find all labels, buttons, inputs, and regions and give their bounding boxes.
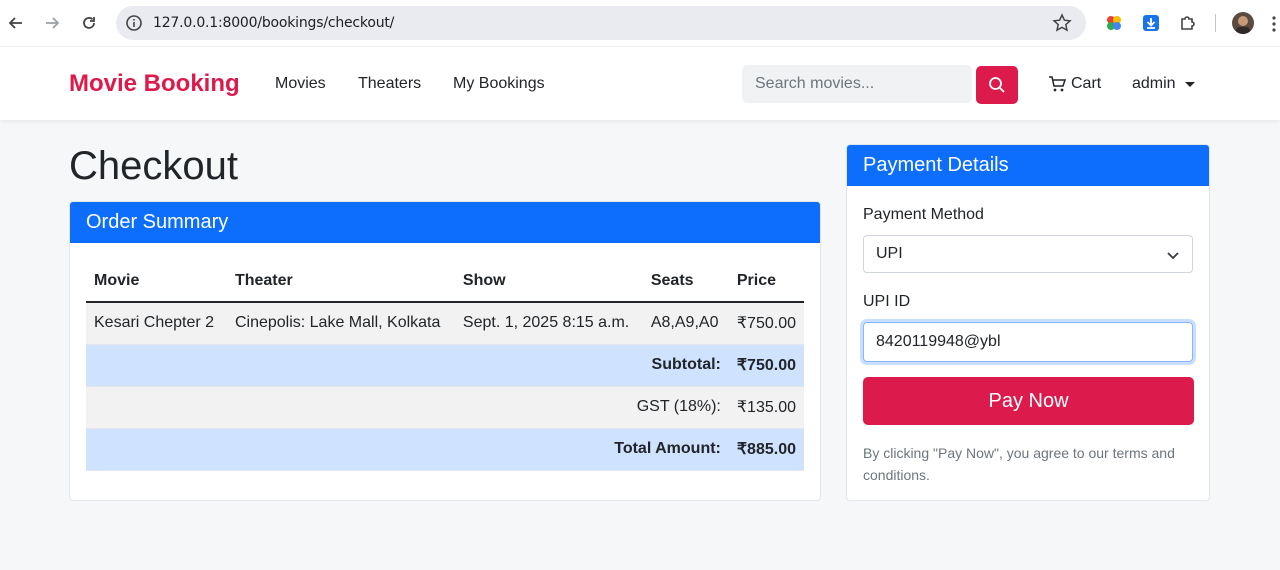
cart-label: Cart bbox=[1071, 75, 1102, 92]
upi-id-value: 8420119948@ybl bbox=[876, 333, 1001, 350]
subtotal-value: ₹750.00 bbox=[728, 344, 804, 387]
search-placeholder: Search movies... bbox=[755, 75, 875, 92]
extension-pinwheel-icon[interactable] bbox=[1104, 13, 1124, 33]
app-navbar: Movie Booking Movies Theaters My Booking… bbox=[0, 46, 1280, 120]
chevron-down-icon bbox=[1167, 252, 1179, 260]
upi-id-label: UPI ID bbox=[863, 293, 911, 310]
gst-value: ₹135.00 bbox=[728, 386, 804, 429]
address-bar[interactable]: 127.0.0.1:8000/bookings/checkout/ bbox=[116, 6, 1086, 40]
column-header-movie: Movie bbox=[86, 260, 227, 303]
nav-link-theaters[interactable]: Theaters bbox=[358, 75, 421, 93]
page-title: Checkout bbox=[69, 144, 238, 188]
chevron-down-icon[interactable] bbox=[1185, 82, 1195, 87]
total-value: ₹885.00 bbox=[728, 428, 804, 471]
cell-theater: Cinepolis: Lake Mall, Kolkata bbox=[226, 302, 455, 345]
payment-method-label: Payment Method bbox=[863, 206, 984, 223]
column-header-show: Show bbox=[454, 260, 643, 303]
total-row: Total Amount: ₹885.00 bbox=[86, 428, 804, 471]
payment-details-card: Payment Details Payment Method UPI UPI I… bbox=[846, 144, 1210, 501]
download-icon[interactable] bbox=[1141, 13, 1161, 33]
column-header-theater: Theater bbox=[226, 260, 455, 303]
cart-icon bbox=[1049, 76, 1066, 92]
back-icon[interactable] bbox=[4, 11, 28, 35]
payment-details-header: Payment Details bbox=[847, 145, 1209, 186]
site-info-icon[interactable] bbox=[125, 14, 143, 32]
subtotal-row: Subtotal: ₹750.00 bbox=[86, 344, 804, 387]
pay-now-button[interactable]: Pay Now bbox=[863, 377, 1194, 425]
column-header-price: Price bbox=[728, 260, 804, 303]
bookmark-star-icon[interactable] bbox=[1052, 13, 1072, 33]
browser-menu-icon[interactable] bbox=[1268, 14, 1280, 34]
order-summary-card: Order Summary Movie Theater Show Seats P… bbox=[69, 201, 821, 501]
cell-show: Sept. 1, 2025 8:15 a.m. bbox=[454, 302, 643, 345]
payment-method-select[interactable]: UPI bbox=[863, 235, 1193, 273]
cell-price: ₹750.00 bbox=[728, 302, 804, 345]
upi-id-input[interactable]: 8420119948@ybl bbox=[863, 322, 1193, 362]
order-summary-header: Order Summary bbox=[70, 202, 820, 243]
brand-logo[interactable]: Movie Booking bbox=[69, 70, 240, 98]
url-text: 127.0.0.1:8000/bookings/checkout/ bbox=[153, 15, 395, 31]
user-dropdown[interactable]: admin bbox=[1132, 75, 1176, 93]
total-label: Total Amount: bbox=[86, 428, 729, 471]
table-header-row: Movie Theater Show Seats Price bbox=[86, 260, 804, 303]
gst-label: GST (18%): bbox=[86, 386, 729, 429]
cell-seats: A8,A9,A0 bbox=[642, 302, 729, 345]
toolbar-divider bbox=[1215, 14, 1216, 32]
search-button[interactable] bbox=[976, 66, 1018, 104]
payment-method-value: UPI bbox=[876, 245, 903, 262]
column-header-seats: Seats bbox=[642, 260, 729, 303]
extensions-puzzle-icon[interactable] bbox=[1178, 13, 1198, 33]
nav-link-movies[interactable]: Movies bbox=[275, 75, 326, 93]
cell-movie: Kesari Chepter 2 bbox=[86, 302, 227, 345]
profile-avatar[interactable] bbox=[1232, 12, 1254, 34]
nav-link-my-bookings[interactable]: My Bookings bbox=[453, 75, 545, 93]
terms-text: By clicking "Pay Now", you agree to our … bbox=[863, 445, 1175, 483]
search-input[interactable]: Search movies... bbox=[742, 65, 972, 103]
cart-link[interactable]: Cart bbox=[1048, 75, 1101, 93]
search-icon bbox=[989, 77, 1005, 93]
order-table: Movie Theater Show Seats Price Kesari Ch… bbox=[86, 260, 804, 471]
reload-icon[interactable] bbox=[77, 11, 101, 35]
subtotal-label: Subtotal: bbox=[86, 344, 729, 387]
browser-toolbar: 127.0.0.1:8000/bookings/checkout/ bbox=[0, 0, 1280, 46]
table-row: Kesari Chepter 2 Cinepolis: Lake Mall, K… bbox=[86, 302, 804, 345]
forward-icon[interactable] bbox=[40, 11, 64, 35]
gst-row: GST (18%): ₹135.00 bbox=[86, 386, 804, 429]
